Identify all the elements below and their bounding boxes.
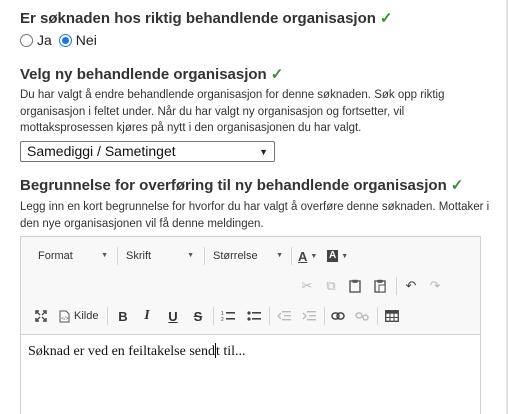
question-correct-org-title: Er søknaden hos riktig behandlende organ… — [20, 9, 392, 27]
size-combo[interactable]: Størrelse ▼ — [213, 247, 283, 265]
svg-text:</>: </> — [61, 316, 68, 322]
chevron-down-icon: ▼ — [101, 252, 108, 259]
toolbar-separator — [396, 277, 397, 295]
table-icon[interactable] — [383, 307, 401, 325]
text-color-icon: A — [298, 248, 308, 264]
chevron-down-icon: ▼ — [187, 252, 194, 259]
question-reason-label: Begrunnelse for overføring til ny behand… — [20, 177, 447, 194]
chevron-down-icon: ▼ — [259, 147, 268, 157]
undo-icon[interactable]: ↶ — [402, 277, 420, 295]
link-icon[interactable] — [329, 307, 347, 325]
numbered-list-icon[interactable]: 12 — [219, 307, 237, 325]
question-new-org-title: Velg ny behandlende organisasjon ✓ — [20, 65, 283, 83]
italic-button[interactable]: I — [138, 307, 156, 325]
redo-icon[interactable]: ↷ — [426, 277, 444, 295]
unlink-icon[interactable] — [353, 307, 371, 325]
size-combo-label: Størrelse — [213, 250, 258, 262]
background-color-button[interactable]: A ▼ — [327, 247, 353, 265]
text-color-button[interactable]: A ▼ — [298, 247, 324, 265]
check-icon: ✓ — [450, 177, 464, 194]
underline-button[interactable]: U — [164, 307, 182, 325]
background-color-icon: A — [327, 250, 339, 262]
editor-content[interactable]: Søknad er ved en feiltakelse sendt til..… — [28, 343, 246, 360]
editor-toolbar: Format ▼ Skrift ▼ Størrelse ▼ A ▼ A ▼ ✂ ⧉ … — [21, 237, 480, 335]
editor-text-before-cursor: Søknad er ved en feiltakelse send — [28, 344, 215, 359]
toolbar-separator — [107, 307, 108, 325]
chevron-down-icon: ▼ — [276, 252, 283, 259]
bulleted-list-icon[interactable] — [245, 307, 263, 325]
correct-org-radio-group: Ja Nei — [19, 31, 103, 49]
maximize-icon[interactable] — [32, 307, 50, 325]
decrease-indent-icon[interactable] — [275, 307, 293, 325]
toolbar-separator — [213, 307, 214, 325]
toolbar-separator — [204, 247, 205, 265]
new-org-help-text: Du har valgt å endre behandlende organis… — [20, 89, 445, 134]
editor-text-after-cursor: t til... — [216, 344, 246, 359]
format-combo[interactable]: Format ▼ — [38, 247, 108, 265]
copy-icon[interactable]: ⧉ — [322, 277, 340, 295]
radio-nei-label[interactable]: Nei — [76, 32, 97, 48]
source-button[interactable]: </> Kilde — [59, 307, 98, 325]
check-icon: ✓ — [379, 10, 393, 27]
check-icon: ✓ — [270, 66, 284, 83]
question-reason-title: Begrunnelse for overføring til ny behand… — [20, 176, 463, 194]
organisation-select[interactable]: Samediggi / Sametinget ▼ — [20, 141, 275, 162]
font-combo-label: Skrift — [126, 250, 152, 262]
question-correct-org-label: Er søknaden hos riktig behandlende organ… — [20, 10, 376, 27]
question-new-org-label: Velg ny behandlende organisasjon — [20, 66, 267, 83]
cut-icon[interactable]: ✂ — [298, 277, 316, 295]
toolbar-separator — [291, 247, 292, 265]
svg-text:2: 2 — [221, 317, 224, 322]
toolbar-separator — [377, 307, 378, 325]
toolbar-separator — [269, 307, 270, 325]
font-combo[interactable]: Skrift ▼ — [126, 247, 194, 265]
radio-ja-label[interactable]: Ja — [37, 32, 52, 48]
toolbar-separator — [117, 247, 118, 265]
paste-as-text-icon[interactable] — [371, 277, 389, 295]
reason-help-text: Legg inn en kort begrunnelse for hvorfor… — [20, 201, 490, 230]
increase-indent-icon[interactable] — [300, 307, 318, 325]
source-button-label: Kilde — [74, 310, 99, 322]
strikethrough-button[interactable]: S — [189, 307, 207, 325]
organisation-select-value: Samediggi / Sametinget — [27, 143, 176, 159]
reason-editor: Format ▼ Skrift ▼ Størrelse ▼ A ▼ A ▼ ✂ ⧉ … — [20, 236, 481, 414]
radio-ja[interactable] — [20, 33, 33, 47]
toolbar-separator — [324, 307, 325, 325]
format-combo-label: Format — [38, 250, 73, 262]
paste-icon[interactable] — [346, 277, 364, 295]
radio-nei[interactable] — [58, 33, 72, 47]
bold-button[interactable]: B — [114, 307, 132, 325]
